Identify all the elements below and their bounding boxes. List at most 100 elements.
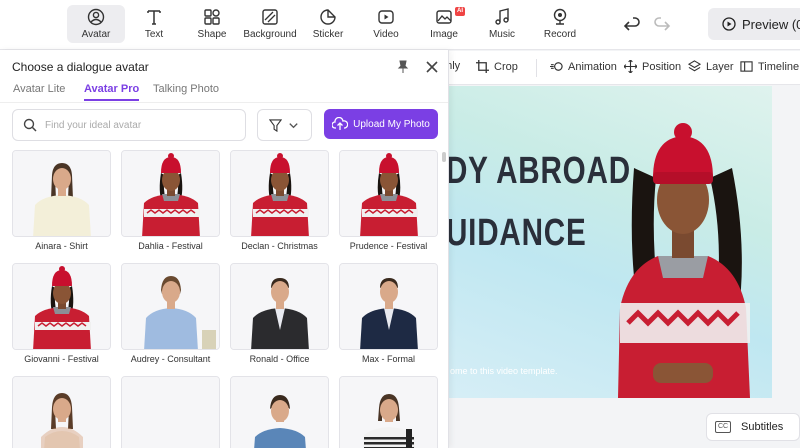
avatar-thumbnail [339,263,438,350]
record-icon [553,8,567,25]
avatar-image [13,377,110,448]
tool-sticker[interactable]: Sticker [299,5,357,43]
tool-label: Image [430,29,458,40]
avatar-thumbnail [121,263,220,350]
tool-text[interactable]: Text [125,5,183,43]
undo-icon[interactable] [622,14,642,34]
avatar-card[interactable]: Prudence - Festival [339,150,438,251]
avatar-card[interactable]: Dahlia - Festival [121,150,220,251]
tool-label: Video [373,29,399,40]
avatar-card[interactable]: Declan - Christmas [230,150,329,251]
avatar-thumbnail [339,150,438,237]
avatar-image [13,151,110,236]
upload-label: Upload My Photo [353,118,430,130]
background-icon [262,9,278,25]
slide-caption[interactable]: ome to this video template. [450,366,558,376]
tool-video[interactable]: Video [357,5,415,43]
avatar-card[interactable] [12,376,111,448]
timeline-icon [740,61,753,72]
avatar-image [340,151,437,236]
scrollbar[interactable] [442,152,446,162]
divider [536,59,537,77]
layer-button[interactable]: Layer [688,60,734,73]
avatar-image [122,264,219,349]
avatar-name: Audrey - Consultant [130,354,211,364]
position-button[interactable]: Position [624,60,681,73]
tool-image[interactable]: AI Image [415,5,473,43]
shape-icon [204,9,220,25]
close-icon[interactable] [425,60,439,74]
avatar-thumbnail [12,150,111,237]
avatar-card[interactable]: Ainara - Shirt [12,150,111,251]
avatar-icon [87,8,105,26]
video-slide[interactable]: DY ABROAD UIDANCE ome to this video temp… [448,86,772,398]
animation-button[interactable]: Animation [550,60,617,73]
tool-music[interactable]: Music [473,5,531,43]
panel-title: Choose a dialogue avatar [12,60,149,74]
avatar-card[interactable]: Ronald - Office [230,263,329,364]
tool-label: Sticker [312,29,344,40]
tool-shape[interactable]: Shape [183,5,241,43]
timeline-label: Timeline [758,60,800,73]
avatar-image [340,264,437,349]
avatar-thumbnail [339,376,438,448]
avatar-card[interactable]: Audrey - Consultant [121,263,220,364]
image-icon [436,10,452,24]
tool-label: Background [243,29,297,40]
avatar-presenter[interactable] [598,108,768,398]
avatar-name: Dahlia - Festival [138,241,203,251]
tab-avatar-lite[interactable]: Avatar Lite [13,83,65,99]
text-icon [147,10,161,25]
avatar-image [231,151,328,236]
avatar-card[interactable] [339,376,438,448]
subtitles-button[interactable]: CC Subtitles [706,413,800,441]
tool-record[interactable]: Record [531,5,589,43]
avatar-thumbnail [12,376,111,448]
search-input[interactable] [45,119,225,131]
upload-cloud-icon [332,117,349,130]
subtitles-label: Subtitles [741,421,784,433]
upload-photo-button[interactable]: Upload My Photo [324,109,438,139]
play-icon [722,17,736,31]
avatar-thumbnail [230,263,329,350]
avatar-card[interactable] [230,376,329,448]
redo-icon[interactable] [652,14,672,34]
sticker-icon [320,9,336,25]
chevron-down-icon [289,122,298,128]
avatar-thumbnail [121,376,220,448]
tool-label: Music [488,29,516,40]
tool-avatar[interactable]: Avatar [67,5,125,43]
slide-title-line-2[interactable]: UIDANCE [448,212,586,255]
canvas-area: DY ABROAD UIDANCE ome to this video temp… [448,86,800,448]
avatar-card[interactable]: Giovanni - Festival [12,263,111,364]
crop-button[interactable]: Crop [476,60,518,73]
avatar-name: Max - Formal [361,354,415,364]
avatar-name: Prudence - Festival [349,241,428,251]
ai-badge: AI [455,7,465,16]
filter-button[interactable] [257,109,312,141]
pin-icon[interactable] [396,60,410,74]
avatar-thumbnail [230,376,329,448]
avatar-card[interactable]: Max - Formal [339,263,438,364]
preview-button[interactable]: Preview (00 [708,8,800,40]
layer-label: Layer [706,60,734,73]
animation-label: Animation [568,60,617,73]
search-box [12,109,246,141]
cc-icon: CC [715,421,731,433]
tool-background[interactable]: Background [241,5,299,43]
crop-icon [476,60,489,73]
position-icon [624,60,637,73]
timeline-button[interactable]: Timeline [740,60,799,73]
avatar-card[interactable] [121,376,220,448]
avatar-grid: Ainara - Shirt Dahlia - Festival Declan - … [12,150,442,448]
avatar-name: Ainara - Shirt [35,241,88,251]
element-toolbar: only Crop Animation Position Layer Timel… [440,51,800,85]
video-icon [378,10,394,24]
avatar-thumbnail [121,150,220,237]
tab-divider [0,102,448,103]
tab-talking-photo[interactable]: Talking Photo [153,83,219,99]
music-icon [495,8,509,25]
tab-avatar-pro[interactable]: Avatar Pro [84,83,140,101]
avatar-thumbnail [230,150,329,237]
avatar-name: Declan - Christmas [241,241,318,251]
